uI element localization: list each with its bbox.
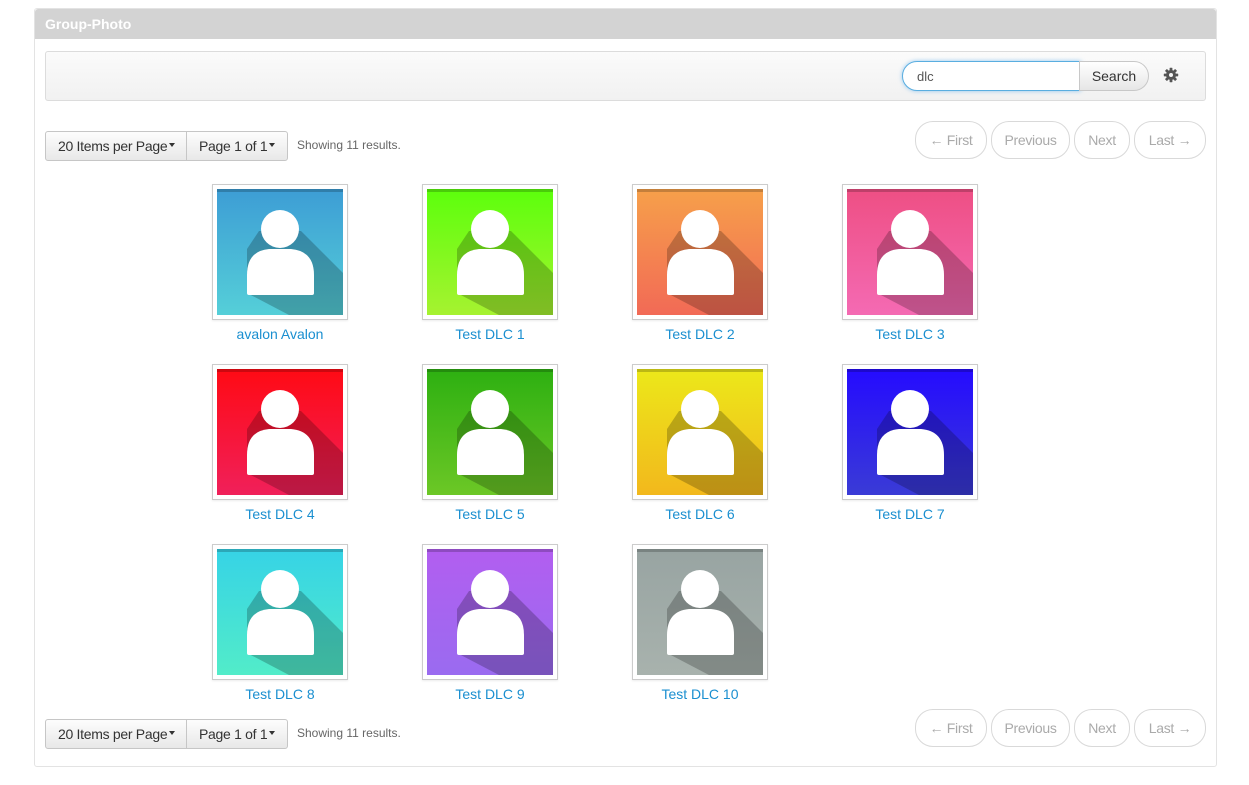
photo-thumbnail[interactable] xyxy=(632,364,768,500)
last-page-button[interactable]: Last → xyxy=(1134,709,1206,747)
group-photo-card: Test DLC 6 xyxy=(620,364,780,522)
group-photo-name-link[interactable]: Test DLC 1 xyxy=(410,326,570,342)
user-icon xyxy=(427,189,553,315)
last-page-button[interactable]: Last → xyxy=(1134,121,1206,159)
gear-icon[interactable] xyxy=(1163,67,1179,83)
items-per-page-label: 20 Items per Page xyxy=(58,138,168,154)
photo-thumbnail[interactable] xyxy=(422,184,558,320)
group-photo-name-link[interactable]: Test DLC 6 xyxy=(620,506,780,522)
caret-down-icon xyxy=(169,731,176,736)
group-photo-card: Test DLC 7 xyxy=(830,364,990,522)
pagination-top: 20 Items per Page Page 1 of 1 Showing 11… xyxy=(45,121,1206,161)
photo-thumbnail[interactable] xyxy=(842,364,978,500)
search-input[interactable] xyxy=(902,61,1081,91)
group-photo-card: avalon Avalon xyxy=(200,184,360,342)
items-per-page-label: 20 Items per Page xyxy=(58,726,168,742)
page-dropdown[interactable]: Page 1 of 1 xyxy=(186,719,288,749)
photo-thumbnail[interactable] xyxy=(212,184,348,320)
next-page-button[interactable]: Next xyxy=(1074,121,1130,159)
group-photo-card: Test DLC 5 xyxy=(410,364,570,522)
user-icon xyxy=(637,549,763,675)
group-photo-card: Test DLC 9 xyxy=(410,544,570,702)
caret-down-icon xyxy=(169,143,176,148)
group-photo-name-link[interactable]: Test DLC 10 xyxy=(620,686,780,702)
portlet-title: Group-Photo xyxy=(35,9,1216,39)
results-count: Showing 11 results. xyxy=(297,726,401,740)
group-photo-card: Test DLC 8 xyxy=(200,544,360,702)
search-button[interactable]: Search xyxy=(1079,61,1149,91)
group-photo-card: Test DLC 10 xyxy=(620,544,780,702)
user-icon xyxy=(427,549,553,675)
next-page-button[interactable]: Next xyxy=(1074,709,1130,747)
user-icon xyxy=(217,549,343,675)
previous-page-button[interactable]: Previous xyxy=(991,121,1070,159)
group-photo-name-link[interactable]: Test DLC 2 xyxy=(620,326,780,342)
page-label: Page 1 of 1 xyxy=(199,726,268,742)
results-count: Showing 11 results. xyxy=(297,138,401,152)
group-photo-name-link[interactable]: Test DLC 9 xyxy=(410,686,570,702)
photo-thumbnail[interactable] xyxy=(422,364,558,500)
photo-thumbnail[interactable] xyxy=(212,544,348,680)
photo-thumbnail[interactable] xyxy=(212,364,348,500)
group-photo-name-link[interactable]: Test DLC 8 xyxy=(200,686,360,702)
photo-thumbnail[interactable] xyxy=(842,184,978,320)
group-photo-name-link[interactable]: Test DLC 3 xyxy=(830,326,990,342)
group-photo-card: Test DLC 3 xyxy=(830,184,990,342)
group-photo-name-link[interactable]: avalon Avalon xyxy=(200,326,360,342)
photo-thumbnail[interactable] xyxy=(632,544,768,680)
group-photo-card: Test DLC 2 xyxy=(620,184,780,342)
user-icon xyxy=(637,369,763,495)
caret-down-icon xyxy=(269,143,276,148)
pagination-bottom: 20 Items per Page Page 1 of 1 Showing 11… xyxy=(45,709,1206,749)
group-photo-card: Test DLC 1 xyxy=(410,184,570,342)
group-photo-name-link[interactable]: Test DLC 4 xyxy=(200,506,360,522)
photo-thumbnail[interactable] xyxy=(632,184,768,320)
previous-page-button[interactable]: Previous xyxy=(991,709,1070,747)
user-icon xyxy=(427,369,553,495)
group-photo-name-link[interactable]: Test DLC 7 xyxy=(830,506,990,522)
user-icon xyxy=(217,189,343,315)
group-photo-name-link[interactable]: Test DLC 5 xyxy=(410,506,570,522)
first-page-button[interactable]: ← First xyxy=(915,121,987,159)
search-toolbar: Search xyxy=(45,51,1206,101)
user-icon xyxy=(637,189,763,315)
user-icon xyxy=(217,369,343,495)
group-photo-portlet: Group-Photo Search 20 Items per Page Pag… xyxy=(34,8,1217,767)
caret-down-icon xyxy=(269,731,276,736)
user-icon xyxy=(847,189,973,315)
photo-thumbnail[interactable] xyxy=(422,544,558,680)
page-label: Page 1 of 1 xyxy=(199,138,268,154)
items-per-page-dropdown[interactable]: 20 Items per Page xyxy=(45,719,187,749)
page-dropdown[interactable]: Page 1 of 1 xyxy=(186,131,288,161)
group-photo-card: Test DLC 4 xyxy=(200,364,360,522)
items-per-page-dropdown[interactable]: 20 Items per Page xyxy=(45,131,187,161)
first-page-button[interactable]: ← First xyxy=(915,709,987,747)
user-icon xyxy=(847,369,973,495)
